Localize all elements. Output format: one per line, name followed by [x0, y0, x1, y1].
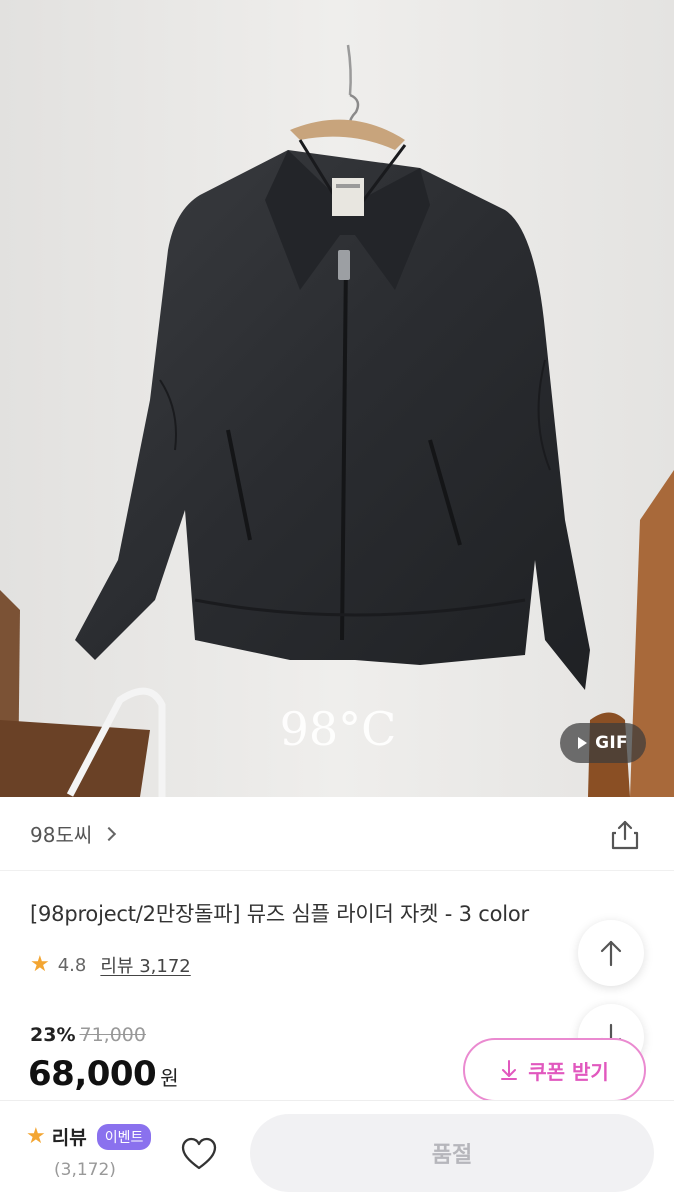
- rating-row: ★ 4.8 리뷰 3,172: [30, 952, 191, 978]
- discount-rate: 23%: [30, 1024, 76, 1046]
- price-row: 68,000 원: [28, 1054, 179, 1094]
- star-icon: ★: [30, 952, 50, 977]
- coupon-label: 쿠폰 받기: [528, 1059, 609, 1084]
- original-price: 71,000: [79, 1024, 146, 1046]
- product-title: [98project/2만장돌파] 뮤즈 심플 라이더 자켓 - 3 color: [30, 902, 529, 926]
- discount-row: 23% 71,000: [30, 1024, 146, 1046]
- shop-row: 98도씨: [0, 797, 674, 871]
- product-image[interactable]: 98°C GIF: [0, 0, 674, 797]
- shop-link[interactable]: 98도씨: [30, 819, 117, 848]
- star-icon: ★: [26, 1123, 46, 1149]
- review-link[interactable]: 리뷰 3,172: [100, 952, 190, 978]
- share-icon[interactable]: [608, 818, 642, 852]
- event-badge: 이벤트: [96, 1123, 152, 1150]
- soldout-label: 품절: [431, 1143, 473, 1168]
- currency-unit: 원: [160, 1066, 179, 1090]
- shop-name: 98도씨: [30, 823, 93, 847]
- soldout-button[interactable]: 품절: [250, 1114, 654, 1192]
- coupon-button[interactable]: 쿠폰 받기: [463, 1038, 646, 1102]
- review-summary[interactable]: ★ 리뷰 이벤트: [26, 1123, 152, 1150]
- chevron-right-icon: [102, 826, 117, 842]
- jacket-photo: 98°C: [0, 0, 674, 797]
- sale-price: 68,000: [28, 1054, 157, 1094]
- gif-label: GIF: [595, 733, 628, 753]
- rating-score: 4.8: [57, 954, 87, 976]
- brand-watermark: 98°C: [280, 702, 397, 756]
- scroll-top-button[interactable]: [578, 920, 644, 986]
- heart-icon[interactable]: [180, 1136, 218, 1172]
- download-icon: [501, 1060, 518, 1080]
- review-label: 리뷰: [51, 1127, 87, 1149]
- gif-badge[interactable]: GIF: [560, 723, 646, 763]
- review-count: (3,172): [54, 1160, 116, 1180]
- play-icon: [578, 737, 588, 749]
- arrow-up-icon: [600, 940, 622, 967]
